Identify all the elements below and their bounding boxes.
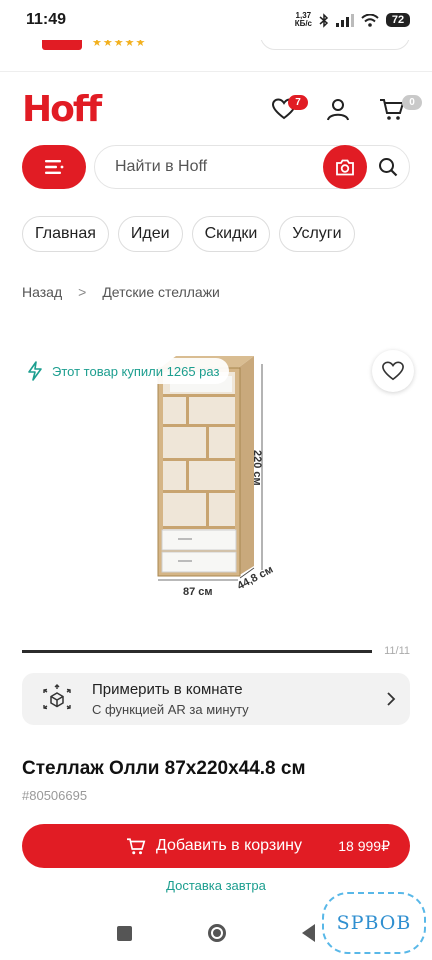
network-speed-unit: КБ/с (294, 19, 312, 28)
delivery-info[interactable]: Доставка завтра (0, 878, 432, 893)
hoff-logo[interactable]: Hoff (22, 89, 102, 130)
product-price: 18 999₽ (338, 837, 390, 854)
favorites-button[interactable]: 7 (266, 91, 308, 127)
breadcrumb-separator: > (78, 284, 87, 300)
chevron-right-icon (387, 692, 396, 706)
network-speed: 1,37 КБ/с (295, 12, 312, 28)
search-submit-button[interactable] (371, 145, 405, 189)
wifi-icon (361, 13, 379, 27)
ar-title: Примерить в комнате (92, 681, 243, 698)
menu-icon (45, 160, 64, 174)
cart-badge: 0 (402, 95, 422, 110)
chip-home[interactable]: Главная (22, 216, 109, 252)
add-to-cart-button[interactable]: Добавить в корзину 18 999₽ (22, 824, 410, 868)
bluetooth-icon (319, 12, 329, 28)
peek-rating-stars: ★★★★★ (92, 40, 147, 49)
chip-ideas[interactable]: Идеи (117, 216, 183, 252)
dimension-width: 87 см (183, 586, 213, 598)
peek-banner (42, 40, 82, 50)
cart-icon (127, 838, 146, 855)
scrolled-content-peek: ★★★★★ (0, 40, 432, 72)
ar-try-on-card[interactable]: Примерить в комнате С функцией AR за мин… (22, 673, 410, 725)
ar-subtitle: С функцией AR за минуту (92, 702, 249, 717)
product-title: Стеллаж Олли 87x220x44.8 см (22, 758, 306, 779)
app-header: Hoff 7 0 (22, 84, 422, 134)
home-button[interactable] (208, 924, 226, 942)
search-input[interactable] (115, 158, 323, 176)
breadcrumb-back[interactable]: Назад (22, 284, 62, 300)
lightning-icon (28, 361, 42, 381)
status-time: 11:49 (26, 11, 67, 28)
user-icon (327, 99, 349, 121)
status-bar: 11:49 1,37 КБ/с 72 (0, 0, 432, 40)
chip-discounts[interactable]: Скидки (191, 216, 271, 252)
back-button[interactable] (302, 924, 315, 942)
bought-count-badge: Этот товар купили 1265 раз (22, 358, 230, 384)
recent-apps-button[interactable] (117, 925, 132, 941)
chip-services[interactable]: Услуги (279, 216, 355, 252)
product-gallery[interactable]: Этот товар купили 1265 раз 220 см 87 см … (0, 340, 432, 640)
breadcrumb-category[interactable]: Детские стеллажи (102, 284, 220, 300)
add-to-cart-content: Добавить в корзину (126, 837, 302, 855)
gallery-counter: 11/11 (384, 645, 410, 657)
catalog-menu-button[interactable] (22, 145, 86, 189)
ar-cube-icon (43, 684, 71, 710)
camera-icon (336, 159, 354, 175)
ar-texts: Примерить в комнате С функцией AR за мин… (92, 681, 386, 717)
bought-count-text: Этот товар купили 1265 раз (52, 363, 220, 379)
photo-search-button[interactable] (323, 145, 367, 189)
nav-chips: Главная Идеи Скидки Услуги (22, 216, 355, 252)
product-sku: #80506695 (22, 788, 88, 803)
dimension-height: 220 см (251, 450, 263, 486)
add-to-cart-label: Добавить в корзину (156, 837, 303, 854)
status-icons: 1,37 КБ/с 72 (295, 12, 410, 28)
search-row (22, 145, 410, 189)
signal-icon (336, 13, 354, 27)
favorites-badge: 7 (288, 95, 308, 110)
search-icon (379, 158, 398, 177)
watermark-logo: SPBOB (322, 892, 426, 954)
cart-button[interactable]: 0 (374, 91, 422, 127)
breadcrumb: Назад > Детские стеллажи (22, 284, 220, 300)
header-actions: 7 0 (266, 91, 422, 127)
peek-pill (260, 40, 410, 50)
profile-button[interactable] (320, 91, 356, 127)
gallery-progress-bar (22, 650, 372, 653)
product-image-shelving (157, 356, 263, 581)
battery-indicator: 72 (386, 13, 410, 27)
search-box (94, 145, 410, 189)
